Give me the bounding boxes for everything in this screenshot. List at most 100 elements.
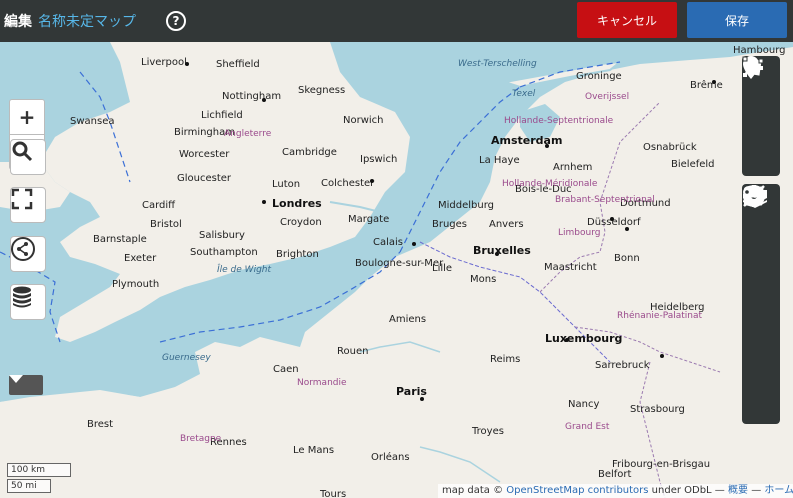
city-dot <box>412 242 416 246</box>
city-dot <box>420 397 424 401</box>
edit-mode-label: 編集 <box>4 14 32 30</box>
share-button[interactable] <box>10 236 46 272</box>
city-label: Amsterdam <box>491 134 563 147</box>
city-label: Bruxelles <box>473 244 531 257</box>
city-label: Southampton <box>190 247 258 258</box>
fullscreen-button[interactable] <box>10 187 46 223</box>
region-label: Limbourg <box>558 228 601 238</box>
app-header: 編集 名称未定マップ ? キャンセル 保存 <box>0 0 793 42</box>
city-label: Sarrebruck <box>595 360 650 371</box>
city-label: La Haye <box>479 155 520 166</box>
chevron-down-icon <box>9 375 23 383</box>
city-label: Orléans <box>371 452 410 463</box>
region-label: Bretagne <box>180 434 222 444</box>
attribution-separator: — <box>751 485 762 496</box>
city-label: Barnstaple <box>93 234 147 245</box>
city-label: Calais <box>373 237 404 248</box>
city-label: Sheffield <box>216 59 260 70</box>
home-link[interactable]: ホーム <box>764 485 793 496</box>
sea-label: Guernesey <box>162 353 211 363</box>
region-label: Grand Est <box>565 422 610 432</box>
city-dot <box>545 144 549 148</box>
city-label: Le Mans <box>293 445 335 456</box>
city-label: Worcester <box>179 149 230 160</box>
city-label: Strasbourg <box>630 404 685 415</box>
city-label: Bielefeld <box>671 159 715 170</box>
permissions-button[interactable] <box>742 187 780 424</box>
city-label: Cambridge <box>282 147 337 158</box>
draw-polygon-button[interactable] <box>742 56 780 176</box>
city-label: Hambourg <box>733 45 786 56</box>
data-layers-button[interactable] <box>10 284 46 320</box>
city-label: Boulogne-sur-Mer <box>355 258 444 269</box>
city-label: Bristol <box>150 219 182 230</box>
city-label: Nancy <box>568 399 600 410</box>
city-label: Bruges <box>432 219 468 230</box>
city-label: Skegness <box>298 85 346 96</box>
city-label: Caen <box>273 364 299 375</box>
city-label: Amiens <box>389 314 427 325</box>
region-label: Angleterre <box>224 129 272 139</box>
about-link[interactable]: 概要 <box>728 485 748 496</box>
region-label: Brabant-Septentrional <box>555 195 655 205</box>
attribution-prefix: map data © <box>442 485 504 496</box>
city-label: Ipswich <box>360 154 398 165</box>
share-icon <box>11 237 35 261</box>
city-label: Groninge <box>576 71 622 82</box>
city-label: Gloucester <box>177 173 232 184</box>
city-dot <box>625 227 629 231</box>
city-label: Rouen <box>337 346 369 357</box>
map-attribution: map data © OpenStreetMap contributors un… <box>438 484 793 498</box>
city-dot <box>610 217 614 221</box>
tile-layers-button[interactable] <box>742 186 780 304</box>
settings-button[interactable] <box>742 185 780 264</box>
region-label: Hollande-Méridionale <box>502 179 598 189</box>
sea-label: West-Terschelling <box>458 59 537 69</box>
save-button[interactable]: 保存 <box>687 2 787 38</box>
search-button[interactable] <box>10 139 46 175</box>
city-dot <box>370 179 374 183</box>
osm-link[interactable]: OpenStreetMap contributors <box>506 485 648 496</box>
city-label: Mons <box>470 274 497 285</box>
city-label: Brighton <box>276 249 319 260</box>
city-label: Exeter <box>124 253 157 264</box>
database-icon <box>13 286 31 308</box>
city-label: Belfort <box>598 469 632 480</box>
city-dot <box>495 252 499 256</box>
scale-mi: 50 mi <box>7 479 51 493</box>
cancel-button[interactable]: キャンセル <box>577 2 677 38</box>
city-label: Croydon <box>280 217 322 228</box>
attribution-suffix: under ODbL — <box>651 485 725 496</box>
map-canvas[interactable]: Amsterdam Londres Bruxelles Luxembourg P… <box>0 42 793 498</box>
city-label: Luxembourg <box>545 332 623 345</box>
city-dot <box>185 62 189 66</box>
map-name-title[interactable]: 名称未定マップ <box>38 11 136 31</box>
center-zoom-button[interactable] <box>742 185 780 384</box>
key-icon <box>743 187 767 198</box>
city-label: Anvers <box>489 219 524 230</box>
city-label: Brême <box>690 80 723 91</box>
city-dot <box>262 200 266 204</box>
scale-km: 100 km <box>7 463 71 477</box>
region-label: Overijssel <box>585 92 630 102</box>
city-dot <box>712 80 716 84</box>
city-dot <box>262 98 266 102</box>
draw-polyline-button[interactable] <box>742 60 780 136</box>
city-label: Swansea <box>70 116 115 127</box>
city-dot <box>660 354 664 358</box>
city-label: Middelburg <box>438 200 495 211</box>
city-label: Nottingham <box>222 91 282 102</box>
city-label: Lichfield <box>201 110 243 121</box>
city-label: Margate <box>348 214 390 225</box>
city-label: Maastricht <box>544 262 597 273</box>
fullscreen-icon <box>11 188 33 210</box>
zoom-in-button[interactable]: + <box>9 99 45 135</box>
city-label: Brest <box>87 419 114 430</box>
help-icon[interactable]: ? <box>166 11 186 31</box>
more-controls-toggle[interactable] <box>9 375 43 395</box>
city-label: Liverpool <box>141 57 187 68</box>
city-label: Londres <box>272 197 322 210</box>
city-label: Bonn <box>614 253 640 264</box>
manage-datalayers-button[interactable] <box>742 185 780 344</box>
city-label: Tours <box>320 489 347 498</box>
